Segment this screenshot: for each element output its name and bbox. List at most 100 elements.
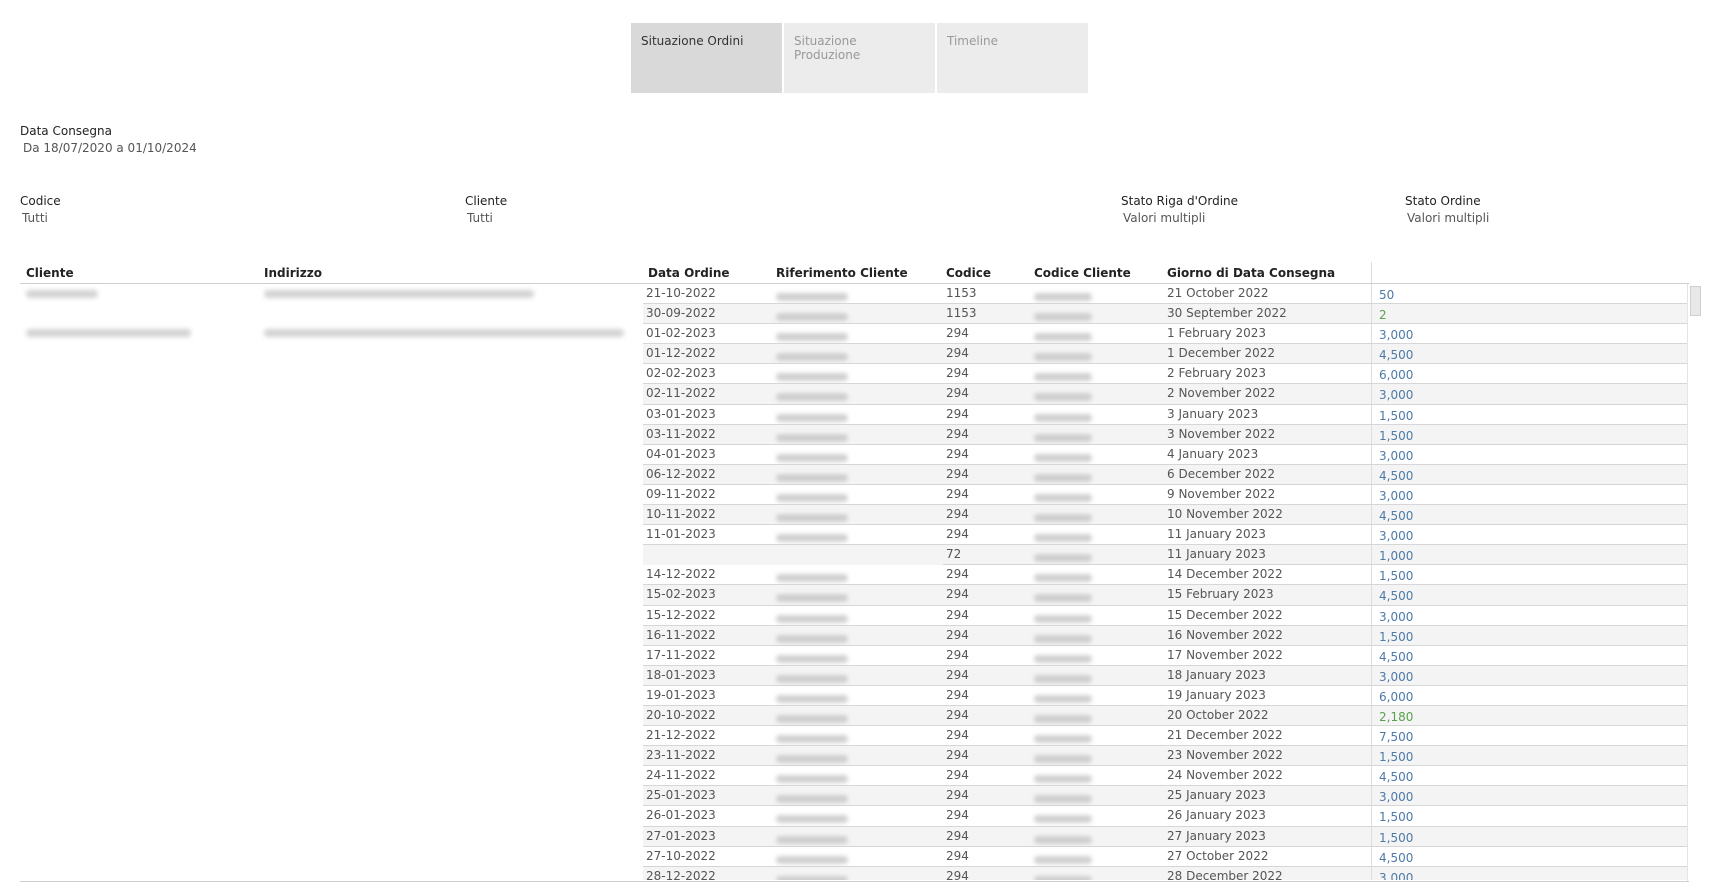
table-row[interactable]: 27-10-2022 294 27 October 2022 4,500	[643, 846, 1687, 867]
measure-column-divider	[1371, 324, 1372, 345]
codice-cell: 294	[946, 768, 969, 783]
quantity-value[interactable]: 3,000	[1379, 670, 1413, 684]
table-scrollbar[interactable]	[1687, 284, 1703, 881]
table-row[interactable]: 19-01-2023 294 19 January 2023 6,000	[643, 685, 1687, 706]
giorno-consegna-cell: 11 January 2023	[1167, 527, 1266, 542]
filter-cliente-value[interactable]: Tutti	[467, 211, 493, 225]
codice-cliente-cell-redacted	[1034, 290, 1092, 304]
quantity-value[interactable]: 2,180	[1379, 710, 1413, 724]
table-row[interactable]: 01-02-2023 294 1 February 2023 3,000	[643, 324, 1687, 345]
tab-situazione-ordini[interactable]: Situazione Ordini	[631, 23, 782, 93]
table-row[interactable]: 27-01-2023 294 27 January 2023 1,500	[643, 826, 1687, 847]
quantity-value[interactable]: 2	[1379, 308, 1387, 322]
table-row[interactable]: 02-02-2023 294 2 February 2023 6,000	[643, 364, 1687, 385]
measure-column-divider	[1371, 685, 1372, 706]
scrollbar-thumb[interactable]	[1690, 286, 1701, 316]
riferimento-cell-redacted	[776, 330, 848, 344]
header-riferimento-cliente[interactable]: Riferimento Cliente	[776, 266, 908, 280]
table-row[interactable]: 03-11-2022 294 3 November 2022 1,500	[643, 424, 1687, 445]
header-giorno-data-consegna[interactable]: Giorno di Data Consegna	[1167, 266, 1335, 280]
measure-column-divider	[1371, 665, 1372, 686]
table-row[interactable]: 15-02-2023 294 15 February 2023 4,500	[643, 585, 1687, 606]
table-row[interactable]: 25-01-2023 294 25 January 2023 3,000	[643, 786, 1687, 807]
table-row[interactable]: 01-12-2022 294 1 December 2022 4,500	[643, 344, 1687, 365]
table-row[interactable]: 03-01-2023 294 3 January 2023 1,500	[643, 404, 1687, 425]
tab-timeline[interactable]: Timeline	[937, 23, 1088, 93]
table-row[interactable]: 04-01-2023 294 4 January 2023 3,000	[643, 444, 1687, 465]
quantity-value[interactable]: 4,500	[1379, 770, 1413, 784]
quantity-value[interactable]: 3,000	[1379, 328, 1413, 342]
table-row[interactable]: 11-01-2023 294 11 January 2023 3,000	[643, 525, 1687, 546]
header-cliente[interactable]: Cliente	[26, 266, 74, 280]
quantity-value[interactable]: 3,000	[1379, 388, 1413, 402]
quantity-value[interactable]: 1,500	[1379, 750, 1413, 764]
header-codice-cliente[interactable]: Codice Cliente	[1034, 266, 1131, 280]
data-ordine-cell: 21-10-2022	[646, 286, 716, 300]
codice-cliente-cell-redacted	[1034, 370, 1092, 384]
table-row[interactable]: 30-09-2022 1153 30 September 2022 2	[643, 304, 1687, 325]
table-row[interactable]: 06-12-2022 294 6 December 2022 4,500	[643, 464, 1687, 485]
quantity-value[interactable]: 3,000	[1379, 610, 1413, 624]
quantity-value[interactable]: 3,000	[1379, 790, 1413, 804]
header-data-ordine[interactable]: Data Ordine	[648, 266, 730, 280]
table-row[interactable]: 72 11 January 2023 1,000	[643, 545, 1687, 566]
quantity-value[interactable]: 7,500	[1379, 730, 1413, 744]
quantity-value[interactable]: 3,000	[1379, 871, 1413, 880]
table-row[interactable]: 17-11-2022 294 17 November 2022 4,500	[643, 645, 1687, 666]
table-row[interactable]: 14-12-2022 294 14 December 2022 1,500	[643, 565, 1687, 586]
data-ordine-cell: 19-01-2023	[646, 687, 716, 702]
riferimento-cell-redacted	[776, 672, 848, 686]
quantity-value[interactable]: 4,500	[1379, 650, 1413, 664]
measure-column-divider	[1371, 384, 1372, 405]
header-indirizzo[interactable]: Indirizzo	[264, 266, 322, 280]
table-row[interactable]: 23-11-2022 294 23 November 2022 1,500	[643, 746, 1687, 767]
quantity-value[interactable]: 1,500	[1379, 569, 1413, 583]
table-row[interactable]: 21-12-2022 294 21 December 2022 7,500	[643, 726, 1687, 747]
table-row[interactable]: 10-11-2022 294 10 November 2022 4,500	[643, 505, 1687, 526]
quantity-value[interactable]: 50	[1379, 288, 1394, 302]
table-row[interactable]: 20-10-2022 294 20 October 2022 2,180	[643, 705, 1687, 727]
quantity-value[interactable]: 3,000	[1379, 489, 1413, 503]
table-row[interactable]: 15-12-2022 294 15 December 2022 3,000	[643, 605, 1687, 626]
measure-column-divider	[1371, 565, 1372, 586]
codice-cell: 294	[946, 687, 969, 702]
quantity-value[interactable]: 1,500	[1379, 630, 1413, 644]
quantity-value[interactable]: 1,500	[1379, 810, 1413, 824]
quantity-value[interactable]: 1,000	[1379, 549, 1413, 563]
quantity-value[interactable]: 1,500	[1379, 409, 1413, 423]
quantity-value[interactable]: 1,500	[1379, 831, 1413, 845]
quantity-value[interactable]: 6,000	[1379, 368, 1413, 382]
tab-situazione-produzione[interactable]: Situazione Produzione	[784, 23, 935, 93]
data-ordine-cell: 18-01-2023	[646, 667, 716, 682]
quantity-value[interactable]: 3,000	[1379, 529, 1413, 543]
quantity-value[interactable]: 4,500	[1379, 509, 1413, 523]
codice-cliente-cell-redacted	[1034, 551, 1092, 565]
quantity-value[interactable]: 4,500	[1379, 851, 1413, 865]
data-ordine-cell: 26-01-2023	[646, 808, 716, 823]
filter-stato-ordine-value[interactable]: Valori multipli	[1407, 211, 1489, 225]
filter-data-consegna-value[interactable]: Da 18/07/2020 a 01/10/2024	[23, 141, 197, 155]
riferimento-cell-redacted	[776, 451, 848, 465]
table-row[interactable]: 16-11-2022 294 16 November 2022 1,500	[643, 625, 1687, 646]
quantity-value[interactable]: 4,500	[1379, 469, 1413, 483]
quantity-value[interactable]: 4,500	[1379, 589, 1413, 603]
measure-column-divider	[1371, 605, 1372, 626]
table-row[interactable]: 26-01-2023 294 26 January 2023 1,500	[643, 806, 1687, 827]
codice-cell: 294	[946, 406, 969, 421]
header-codice[interactable]: Codice	[946, 266, 991, 280]
quantity-value[interactable]: 4,500	[1379, 348, 1413, 362]
table-row[interactable]: 18-01-2023 294 18 January 2023 3,000	[643, 665, 1687, 686]
table-row[interactable]: 24-11-2022 294 24 November 2022 4,500	[643, 766, 1687, 787]
table-row[interactable]: 02-11-2022 294 2 November 2022 3,000	[643, 384, 1687, 405]
quantity-value[interactable]: 1,500	[1379, 429, 1413, 443]
filter-stato-riga-value[interactable]: Valori multipli	[1123, 211, 1205, 225]
table-row[interactable]: 21-10-2022 1153 21 October 2022 50	[643, 284, 1687, 305]
quantity-value[interactable]: 6,000	[1379, 690, 1413, 704]
quantity-value[interactable]: 3,000	[1379, 449, 1413, 463]
riferimento-cell-redacted	[776, 390, 848, 404]
giorno-consegna-cell: 26 January 2023	[1167, 808, 1266, 823]
table-row[interactable]: 09-11-2022 294 9 November 2022 3,000	[643, 484, 1687, 506]
filter-codice-value[interactable]: Tutti	[22, 211, 48, 225]
table-row[interactable]: 28-12-2022 294 28 December 2022 3,000	[643, 866, 1687, 880]
codice-cell: 294	[946, 587, 969, 602]
